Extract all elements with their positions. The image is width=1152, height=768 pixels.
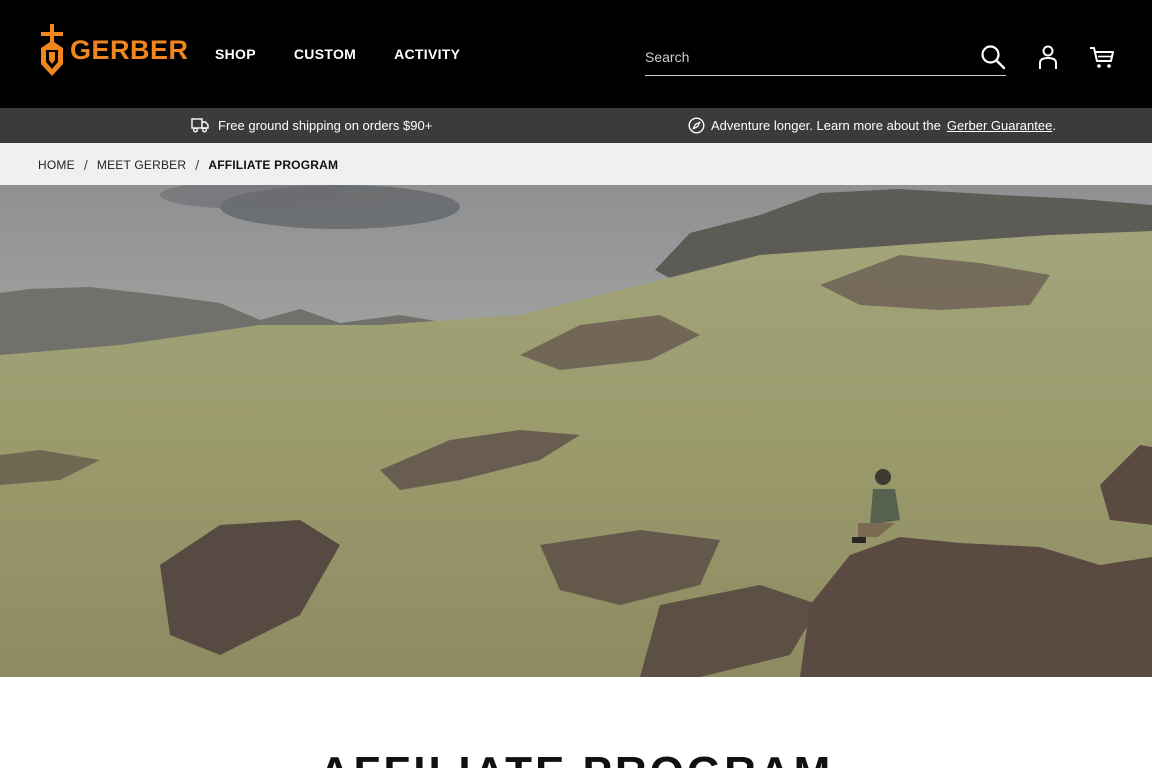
cart-icon[interactable] [1089,44,1115,70]
nav-shop[interactable]: SHOP [215,46,256,62]
guarantee-promo: Adventure longer. Learn more about the G… [688,117,1056,134]
account-icon[interactable] [1036,44,1060,70]
landscape-illustration [0,185,1152,677]
breadcrumb-separator: / [195,157,200,173]
truck-icon [191,118,209,133]
search-icon[interactable] [980,44,1006,70]
guarantee-text: Adventure longer. Learn more about the [711,118,941,133]
breadcrumb-meet-gerber[interactable]: MEET GERBER [97,158,186,172]
shipping-text: Free ground shipping on orders $90+ [218,117,433,133]
gerber-logo-mark-icon [41,24,63,76]
breadcrumb: HOME / MEET GERBER / AFFILIATE PROGRAM [0,143,1152,185]
hero-image [0,185,1152,677]
brand-wordmark: GERBER [70,34,189,65]
search-input[interactable] [645,46,965,68]
site-header: GERBER SHOP CUSTOM ACTIVITY [0,0,1152,108]
breadcrumb-home[interactable]: HOME [38,158,75,172]
breadcrumb-separator: / [83,157,88,173]
nav-custom[interactable]: CUSTOM [294,46,356,62]
page-title: AFFILIATE PROGRAM [0,748,1152,768]
search-bar [645,38,1006,76]
main-nav: SHOP CUSTOM ACTIVITY [215,46,460,62]
breadcrumb-current: AFFILIATE PROGRAM [208,158,339,172]
compass-icon [688,117,705,134]
shipping-promo: Free ground shipping on orders $90+ [191,117,432,133]
promo-bar: Free ground shipping on orders $90+ Adve… [0,108,1152,143]
nav-activity[interactable]: ACTIVITY [394,46,460,62]
guarantee-period: . [1052,118,1056,133]
gerber-guarantee-link[interactable]: Gerber Guarantee [947,118,1053,133]
gerber-logo[interactable]: GERBER [37,22,189,78]
